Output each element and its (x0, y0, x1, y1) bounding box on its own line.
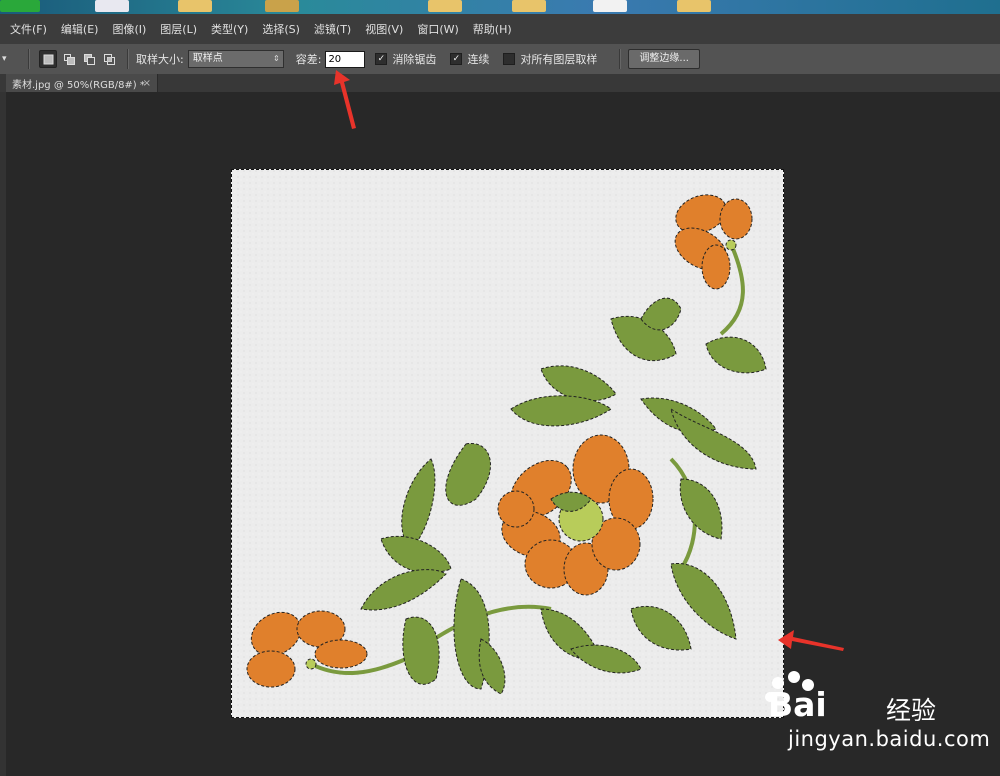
document-canvas[interactable] (231, 169, 784, 718)
menu-filter[interactable]: 滤镜(T) (307, 21, 358, 37)
intersect-selection-icon (103, 53, 115, 65)
floral-artwork (231, 169, 784, 718)
desktop-app-icon[interactable] (95, 0, 129, 12)
menu-window[interactable]: 窗口(W) (410, 21, 465, 37)
annotation-arrow-icon (334, 70, 356, 129)
sample-size-value: 取样点 (192, 53, 223, 64)
desktop-app-icon[interactable] (265, 0, 299, 12)
desktop-taskbar-strip (0, 0, 1000, 14)
add-selection-icon (63, 53, 75, 65)
menu-image[interactable]: 图像(I) (105, 21, 153, 37)
sample-all-layers-checkbox[interactable]: 对所有图层取样 (503, 51, 597, 67)
add-to-selection-button[interactable] (61, 51, 77, 67)
menu-view[interactable]: 视图(V) (358, 21, 410, 37)
sample-size-select[interactable]: 取样点 ⇕ (187, 50, 284, 68)
dropdown-arrow-icon: ⇕ (273, 54, 280, 63)
watermark-url: jingyan.baidu.com (788, 727, 991, 751)
sample-all-layers-label: 对所有图层取样 (520, 53, 598, 66)
menu-bar: 文件(F) 编辑(E) 图像(I) 图层(L) 类型(Y) 选择(S) 滤镜(T… (0, 14, 1000, 44)
checkmark-icon: ✓ (375, 53, 388, 65)
refine-edge-button[interactable]: 调整边缘... (628, 49, 700, 69)
desktop-app-icon[interactable] (0, 0, 40, 12)
desktop-folder-icon[interactable] (677, 0, 711, 12)
desktop-app-icon[interactable] (593, 0, 627, 12)
annotation-arrow-icon (778, 630, 844, 651)
tolerance-label: 容差: (295, 53, 322, 66)
menu-layer[interactable]: 图层(L) (153, 21, 204, 37)
sample-size-label: 取样大小: (136, 53, 184, 66)
document-tab[interactable]: 素材.jpg @ 50%(RGB/8#) * × (6, 74, 158, 92)
tool-options-bar: ▾ 取样大小: 取样点 ⇕ 容差: 20 ✓ 消除锯齿 ✓ 连续 对所有图层取样… (0, 44, 1000, 75)
separator (127, 49, 128, 69)
menu-edit[interactable]: 编辑(E) (54, 21, 106, 37)
intersect-selection-button[interactable] (101, 51, 117, 67)
menu-select[interactable]: 选择(S) (255, 21, 307, 37)
document-tab-bar: 素材.jpg @ 50%(RGB/8#) * × (0, 74, 1000, 92)
separator (28, 49, 29, 69)
watermark-brand-suffix: 经验 (886, 696, 937, 725)
desktop-folder-icon[interactable] (428, 0, 462, 12)
tool-preset-dropdown[interactable]: ▾ (0, 54, 20, 64)
unchecked-box-icon (503, 53, 516, 65)
antialias-checkbox[interactable]: ✓ 消除锯齿 (375, 51, 436, 67)
new-selection-icon (43, 54, 53, 64)
separator (619, 49, 621, 69)
menu-type[interactable]: 类型(Y) (204, 21, 255, 37)
contiguous-checkbox[interactable]: ✓ 连续 (450, 51, 489, 67)
checkmark-icon: ✓ (450, 53, 463, 65)
subtract-from-selection-button[interactable] (81, 51, 97, 67)
watermark-brand: Bai (768, 685, 827, 724)
antialias-label: 消除锯齿 (392, 53, 437, 66)
subtract-selection-icon (83, 53, 95, 65)
desktop-folder-icon[interactable] (512, 0, 546, 12)
document-tab-title: 素材.jpg @ 50%(RGB/8#) * (12, 79, 145, 91)
menu-file[interactable]: 文件(F) (0, 21, 54, 37)
desktop-folder-icon[interactable] (178, 0, 212, 12)
close-icon[interactable]: × (143, 78, 151, 89)
menu-help[interactable]: 帮助(H) (466, 21, 519, 37)
new-selection-button[interactable] (39, 50, 57, 68)
baidu-watermark: Bai 经验 jingyan.baidu.com (760, 665, 990, 765)
contiguous-label: 连续 (467, 53, 490, 66)
tolerance-input[interactable]: 20 (325, 50, 366, 68)
